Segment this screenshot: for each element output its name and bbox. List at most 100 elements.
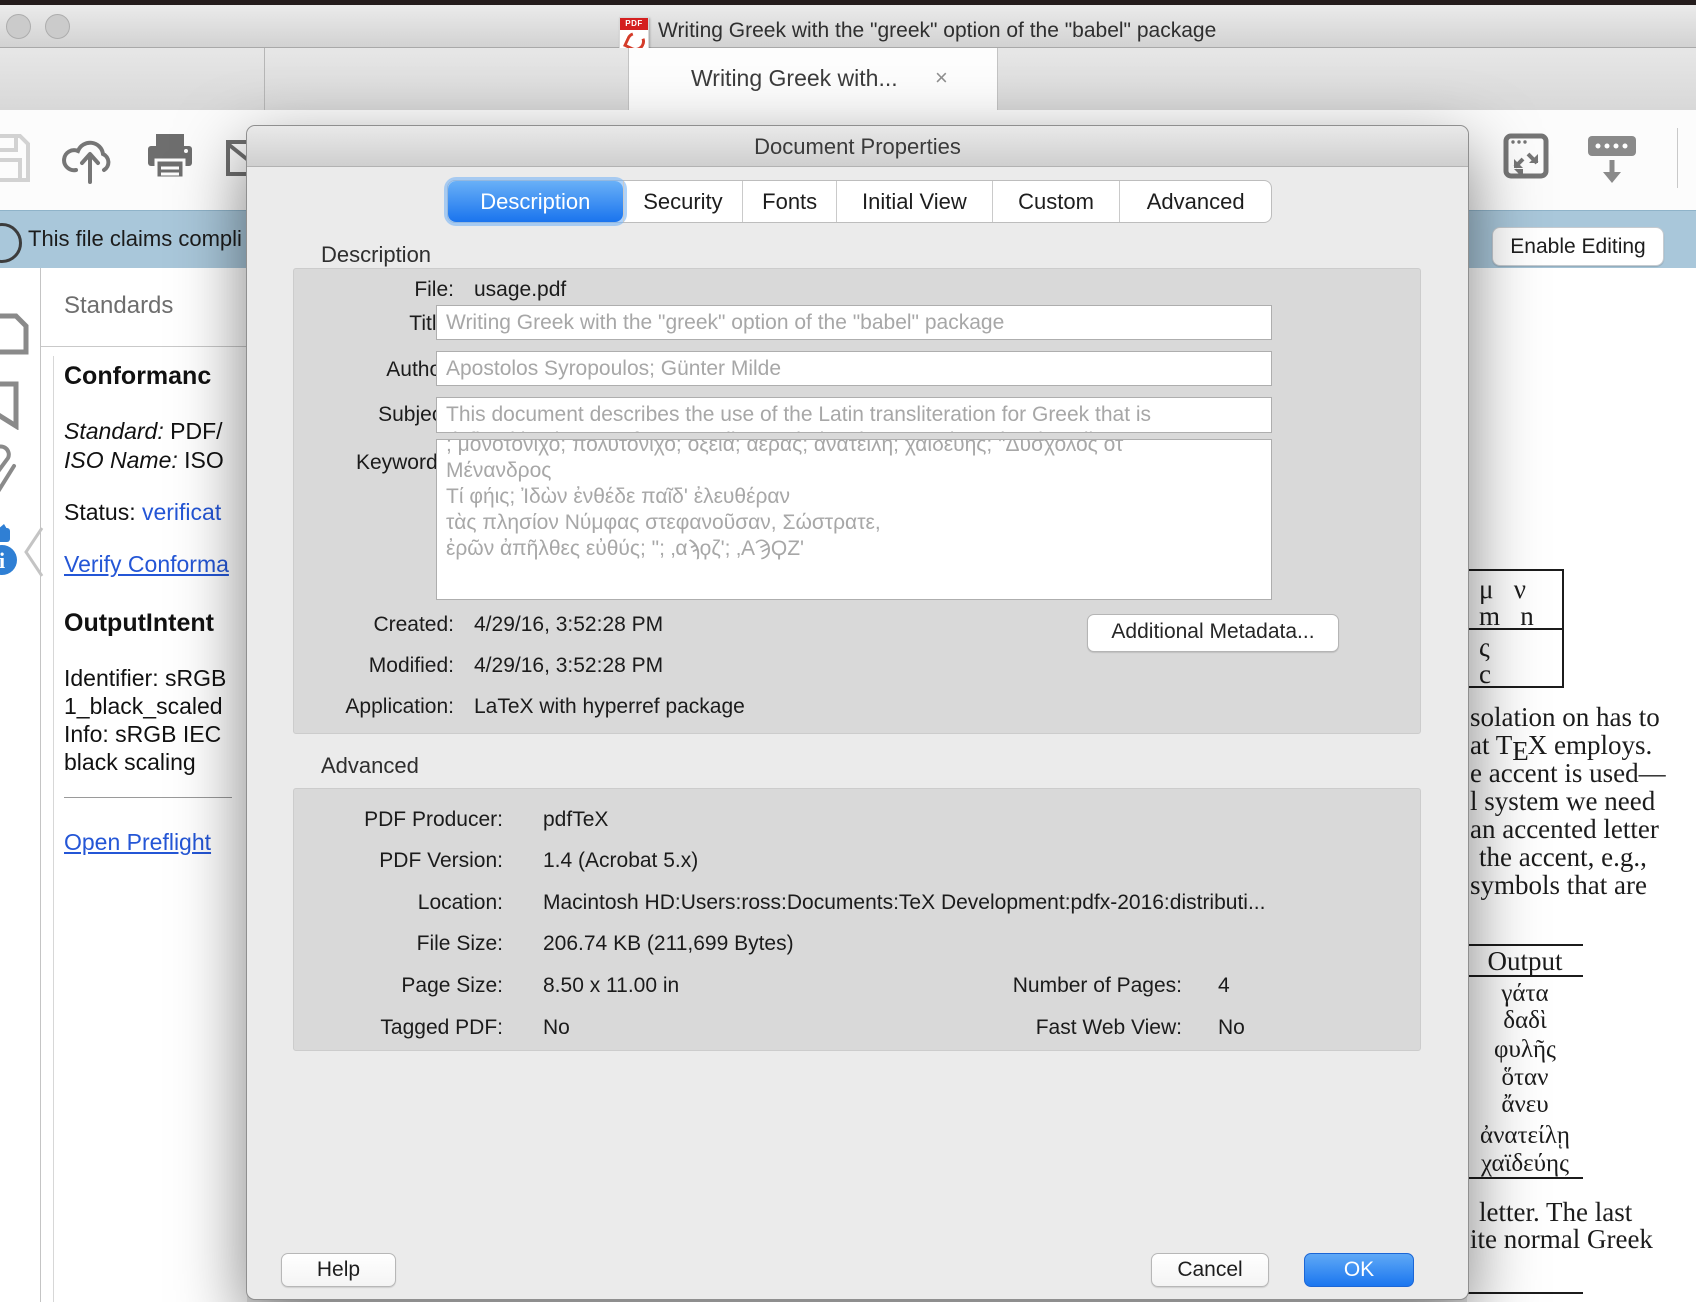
application-value: LaTeX with hyperref package [474,695,745,719]
keywords-label: Keywords: [294,451,454,475]
verify-conformance-link[interactable]: Verify Conforma [64,551,229,578]
location-value: Macintosh HD:Users:ross:Documents:TeX De… [543,891,1265,915]
subject-label: Subject: [294,403,454,427]
identifier-line: Identifier: sRGB [64,665,226,692]
tagged-pdf-label: Tagged PDF: [294,1016,503,1040]
paperclip-tool-icon[interactable] [0,444,20,496]
tab-description[interactable]: Description [448,181,623,222]
svg-text:i: i [0,548,5,573]
table-border [1562,569,1564,688]
dialog-title: Document Properties [247,134,1468,160]
close-tab-icon[interactable]: × [935,65,948,91]
tab-fonts[interactable]: Fonts [742,181,836,222]
tab-separator [264,48,265,110]
status-label: Status: [64,499,142,525]
standard-value: PDF/ [164,418,223,444]
open-preflight-link[interactable]: Open Preflight [64,829,211,856]
modified-value: 4/29/16, 3:52:28 PM [474,654,663,678]
pdf-badge: PDF [620,18,648,30]
stamp-tool-icon[interactable] [0,312,30,356]
file-size-value: 206.74 KB (211,699 Bytes) [543,932,794,956]
dialog-tab-group: Description Security Fonts Initial View … [447,180,1272,223]
print-icon[interactable] [146,132,194,182]
cloud-upload-icon[interactable] [62,130,118,186]
window-minimize-button[interactable] [45,14,70,39]
table-cell: μ [1479,574,1493,604]
description-section-label: Description [321,242,431,268]
tab-security[interactable]: Security [623,181,743,222]
divider [64,797,232,798]
pdf-text-line: ite normal Greek [1470,1224,1653,1255]
advanced-panel: PDF Producer: pdfTeX PDF Version: 1.4 (A… [293,788,1421,1051]
document-properties-dialog: Document Properties Description Security… [246,125,1469,1300]
pdf-producer-value: pdfTeX [543,808,608,832]
icon-strip-divider [40,268,41,1302]
iso-name-value: ISO [178,447,224,473]
fit-window-icon[interactable] [1503,133,1549,179]
toolbar-divider [1677,128,1678,188]
dialog-titlebar[interactable]: Document Properties [247,126,1468,167]
hide-toolbar-icon[interactable] [1586,134,1638,186]
window-close-button[interactable] [6,14,31,39]
pdf-version-value: 1.4 (Acrobat 5.x) [543,849,698,873]
pdf-text-line: an accented letter [1470,814,1659,845]
info-line: Info: sRGB IEC [64,721,221,748]
tab-initial-view[interactable]: Initial View [836,181,992,222]
table-border [1467,569,1562,571]
table-rule [1467,975,1583,977]
title-label: Title: [294,312,454,336]
table-row: δαδὶ [1467,1007,1583,1035]
standards-title: Standards [64,292,173,320]
table-cell: ν [1514,574,1526,604]
iso-name-label: ISO Name: [64,447,178,473]
number-of-pages-value: 4 [1218,974,1230,998]
table-row: ἀνατείλῃ [1467,1122,1583,1150]
active-tab-label: Writing Greek with... [691,65,898,92]
location-label: Location: [294,891,503,915]
tagged-pdf-value: No [543,1016,570,1040]
outputintent-heading: OutputIntent [64,609,214,638]
file-value: usage.pdf [474,278,566,302]
cancel-button[interactable]: Cancel [1151,1253,1269,1287]
table-row: φυλῆς [1467,1036,1583,1064]
panel-inner-border [53,356,54,1302]
page-size-label: Page Size: [294,974,503,998]
created-label: Created: [294,613,454,637]
envelope-icon[interactable] [224,134,248,180]
table-cell: n [1520,601,1534,631]
table-rule [1467,1177,1583,1179]
tab-advanced[interactable]: Advanced [1119,181,1271,222]
application-label: Application: [294,695,454,719]
keywords-input[interactable]: ; μονοτονιχο; πολυτονιχο; οξεια; αερας; … [436,439,1272,600]
subject-input[interactable]: This document describes the use of the L… [436,397,1272,433]
bookmark-tool-icon[interactable] [0,380,20,430]
conformance-heading: Conformanc [64,362,211,391]
help-button[interactable]: Help [281,1253,396,1287]
pdf-text-line: solation on has to [1470,702,1660,733]
ok-button[interactable]: OK [1304,1253,1414,1287]
tab-custom[interactable]: Custom [992,181,1120,222]
pdf-text-line: e accent is used— [1470,758,1666,789]
window-title: Writing Greek with the "greek" option of… [658,19,1216,43]
standards-panel: i Standards Conformanc Standard: PDF/ IS… [0,268,247,1302]
info-line2: black scaling [64,749,196,776]
page-size-value: 8.50 x 11.00 in [543,974,679,998]
tab-active-document[interactable]: Writing Greek with... × [628,48,998,111]
pdf-text-line: the accent, e.g., [1479,842,1647,873]
fast-web-view-label: Fast Web View: [894,1016,1182,1040]
pdf-text-line: l system we need [1470,786,1655,817]
save-icon[interactable] [0,132,32,184]
description-panel: File: usage.pdf Title: Writing Greek wit… [293,268,1421,734]
pdf-producer-label: PDF Producer: [294,808,503,832]
output-table-header: Output [1467,946,1583,977]
author-input[interactable]: Apostolos Syropoulos; Günter Milde [436,351,1272,386]
advanced-section-label: Advanced [321,753,419,779]
enable-editing-button[interactable]: Enable Editing [1492,227,1664,266]
table-row: χαϊδεύης [1467,1150,1583,1178]
table-row: ὅταν [1467,1064,1583,1092]
file-label: File: [294,278,454,302]
table-row: ἄνευ [1467,1091,1583,1119]
additional-metadata-button[interactable]: Additional Metadata... [1087,614,1339,652]
divider [41,346,247,347]
title-input[interactable]: Writing Greek with the "greek" option of… [436,305,1272,340]
